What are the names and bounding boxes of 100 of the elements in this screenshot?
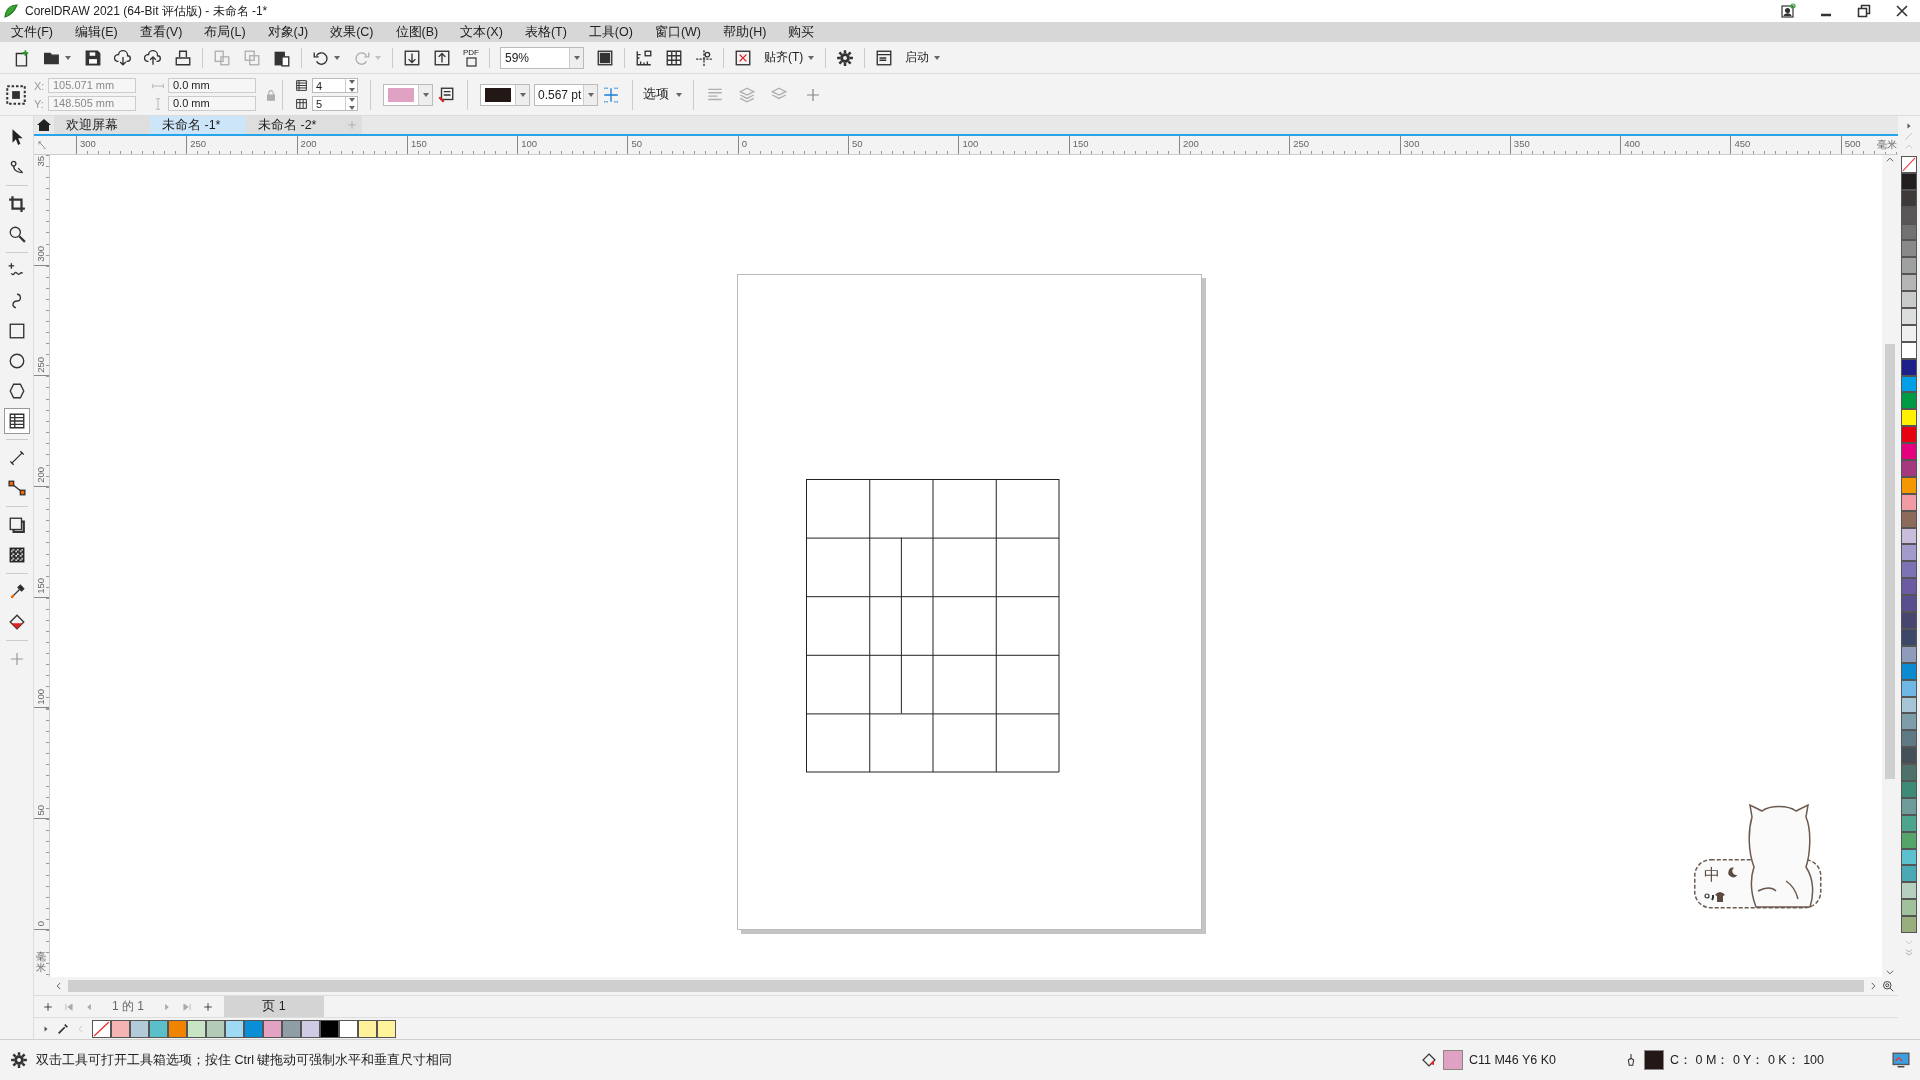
home-icon[interactable] <box>36 117 52 133</box>
color-swatch[interactable] <box>187 1019 206 1038</box>
document-tab[interactable]: 欢迎屏幕 <box>54 116 150 134</box>
color-swatch[interactable] <box>263 1019 282 1038</box>
menu-item[interactable]: 对象(J) <box>267 23 319 41</box>
color-swatch[interactable] <box>1901 274 1917 292</box>
width-field[interactable]: 0.0 mm <box>168 78 256 93</box>
export-icon[interactable] <box>433 48 451 67</box>
color-swatch[interactable] <box>320 1019 339 1038</box>
caret-icon[interactable] <box>421 90 430 99</box>
color-swatch[interactable] <box>1901 291 1917 308</box>
color-swatch[interactable] <box>1901 730 1917 748</box>
no-color-swatch[interactable] <box>1901 156 1917 173</box>
color-swatch[interactable] <box>1901 899 1917 917</box>
new-document-icon[interactable] <box>13 48 31 67</box>
color-swatch[interactable] <box>1901 460 1917 477</box>
menu-item[interactable]: 购买 <box>788 23 825 41</box>
print-icon[interactable] <box>174 48 192 67</box>
color-swatch[interactable] <box>1901 392 1917 410</box>
scroll-left-icon[interactable] <box>54 981 64 991</box>
caret-icon[interactable] <box>572 53 581 62</box>
color-swatch[interactable] <box>1901 257 1917 275</box>
color-swatch[interactable] <box>1901 713 1917 731</box>
color-swatch[interactable] <box>1901 561 1917 579</box>
cloud-upload-icon[interactable] <box>144 48 162 67</box>
color-swatch[interactable] <box>168 1019 187 1038</box>
color-swatch[interactable] <box>1901 764 1917 781</box>
options-dropdown[interactable]: 选项 <box>637 86 689 103</box>
scrollbar-thumb[interactable] <box>1885 344 1895 779</box>
color-swatch[interactable] <box>339 1019 358 1038</box>
guidelines-icon[interactable] <box>695 48 713 67</box>
outline-color-swatch[interactable] <box>1644 1050 1665 1070</box>
moon-icon[interactable] <box>1726 866 1739 879</box>
edit-fill-icon[interactable] <box>437 85 455 104</box>
menu-item[interactable]: 帮助(H) <box>723 23 777 41</box>
color-swatch[interactable] <box>111 1019 130 1038</box>
color-swatch[interactable] <box>1901 240 1917 258</box>
tool-button[interactable] <box>3 408 30 434</box>
publish-pdf-icon[interactable] <box>465 56 477 67</box>
color-swatch[interactable] <box>1901 544 1917 562</box>
menu-item[interactable]: 文本(X) <box>460 23 513 41</box>
input-mode-label[interactable]: 中 <box>1704 865 1720 886</box>
caret-icon[interactable] <box>586 90 595 99</box>
caret-icon[interactable] <box>807 53 816 62</box>
document-tab[interactable]: 未命名 -1* <box>150 116 246 134</box>
color-swatch[interactable] <box>377 1019 396 1038</box>
table-borders-icon[interactable] <box>602 85 620 104</box>
height-field[interactable]: 0.0 mm <box>168 96 256 111</box>
color-swatch[interactable] <box>282 1019 301 1038</box>
color-swatch[interactable] <box>206 1019 225 1038</box>
outline-width-dropdown[interactable]: 0.567 pt <box>534 83 598 106</box>
settings-icon[interactable] <box>836 48 855 67</box>
document-tab[interactable]: 未命名 -2* <box>246 116 342 134</box>
launch-dropdown[interactable]: 启动 <box>899 46 948 69</box>
color-swatch[interactable] <box>1901 916 1917 933</box>
full-screen-icon[interactable] <box>596 48 614 67</box>
color-swatch[interactable] <box>1901 308 1917 325</box>
menu-item[interactable]: 布局(L) <box>204 23 256 41</box>
cloud-download-icon[interactable] <box>114 48 132 67</box>
palette-menu-icon[interactable] <box>1905 122 1913 130</box>
rulers-icon[interactable] <box>635 48 653 67</box>
color-swatch[interactable] <box>1901 865 1917 883</box>
menu-item[interactable]: 效果(C) <box>330 23 384 41</box>
caret-icon[interactable] <box>933 53 942 62</box>
eyedropper-icon[interactable] <box>56 1021 70 1036</box>
object-origin-icon[interactable] <box>6 84 26 105</box>
add-page-before-icon[interactable] <box>42 1000 54 1013</box>
scroll-right-icon[interactable] <box>1868 981 1878 991</box>
menu-item[interactable]: 编辑(E) <box>74 23 128 41</box>
palette-menu-icon[interactable] <box>42 1024 50 1033</box>
color-swatch[interactable] <box>1901 612 1917 629</box>
menu-item[interactable]: 窗口(W) <box>654 23 712 41</box>
add-page-after-icon[interactable] <box>202 1000 214 1013</box>
color-swatch[interactable] <box>1901 595 1917 613</box>
menu-item[interactable]: 文件(F) <box>11 23 63 41</box>
menu-item[interactable]: 表格(T) <box>524 23 577 41</box>
color-swatch[interactable] <box>358 1019 377 1038</box>
page-tab[interactable]: 页 1 <box>224 996 324 1017</box>
caret-icon[interactable] <box>64 53 72 62</box>
color-swatch[interactable] <box>1901 747 1917 765</box>
color-swatch[interactable] <box>149 1019 168 1038</box>
caret-icon[interactable] <box>518 90 527 99</box>
snap-to-dropdown[interactable]: 贴齐(T) <box>758 46 822 69</box>
no-color-swatch[interactable] <box>92 1019 111 1038</box>
menu-item[interactable]: 查看(V) <box>139 23 193 41</box>
color-swatch[interactable] <box>1901 882 1917 900</box>
count-spinner[interactable]: 5 <box>312 96 358 111</box>
restore-icon[interactable] <box>1856 3 1872 19</box>
scrollbar-thumb[interactable] <box>68 980 1864 992</box>
display-icon[interactable] <box>1892 1051 1910 1069</box>
save-icon[interactable] <box>84 48 102 67</box>
ruler-origin-icon[interactable] <box>37 140 47 150</box>
color-swatch[interactable] <box>1901 426 1917 444</box>
grid-icon[interactable] <box>665 48 683 67</box>
settings-icon[interactable] <box>10 1051 28 1069</box>
menu-item[interactable]: 位图(B) <box>395 23 449 41</box>
scroll-down-icon[interactable] <box>1885 967 1895 977</box>
zoom-navigator-icon[interactable] <box>1882 980 1894 992</box>
fill-color-swatch[interactable] <box>1443 1050 1463 1070</box>
profile-icon[interactable] <box>1780 3 1796 19</box>
